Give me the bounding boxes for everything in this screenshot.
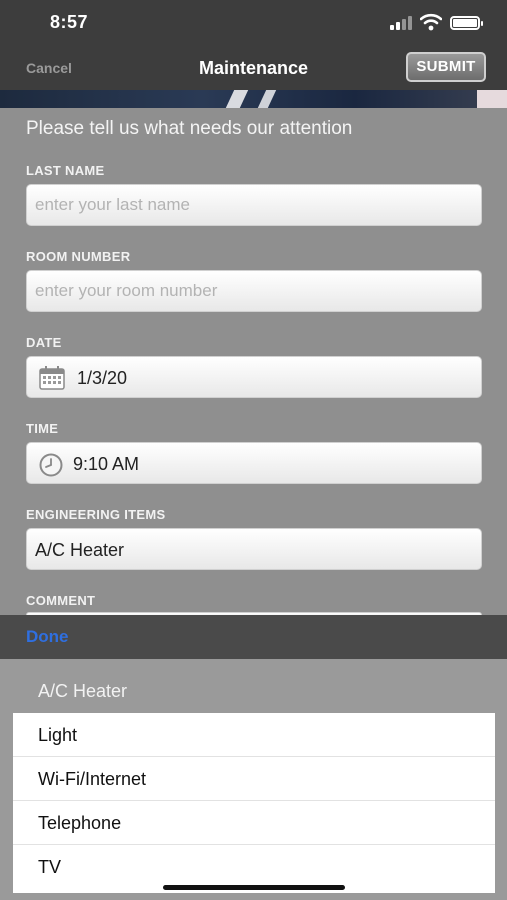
wifi-icon (420, 13, 442, 31)
time-label: TIME (26, 421, 59, 436)
form-prompt: Please tell us what needs our attention (26, 118, 353, 139)
status-time: 8:57 (50, 12, 89, 32)
picker-option[interactable]: Telephone (13, 801, 495, 845)
status-bar: 8:57 (0, 0, 507, 46)
picker-selected-option[interactable]: A/C Heater (38, 681, 127, 702)
picker-option-label: Light (38, 725, 78, 745)
engineering-items-field[interactable]: A/C Heater (26, 528, 482, 570)
date-field[interactable]: 1/3/20 (26, 356, 482, 398)
signal-icon (390, 16, 414, 30)
last-name-field[interactable] (26, 184, 482, 226)
comment-label: COMMENT (26, 593, 96, 608)
nav-bar: Cancel Maintenance SUBMIT (0, 46, 507, 90)
last-name-label: LAST NAME (26, 163, 105, 178)
date-value: 1/3/20 (77, 368, 128, 388)
clock-icon (39, 453, 63, 477)
submit-button[interactable]: SUBMIT (406, 52, 486, 82)
time-value: 9:10 AM (73, 454, 140, 474)
picker-option-label: TV (38, 857, 62, 877)
room-number-label: ROOM NUMBER (26, 249, 131, 264)
picker-option-label: Wi-Fi/Internet (38, 769, 147, 789)
header-image (0, 90, 507, 108)
home-indicator (163, 885, 345, 890)
date-label: DATE (26, 335, 62, 350)
time-field[interactable]: 9:10 AM (26, 442, 482, 484)
picker-option[interactable]: TV (13, 845, 495, 889)
room-number-input[interactable] (35, 271, 465, 311)
picker-options: Light Wi-Fi/Internet Telephone TV (13, 713, 495, 893)
last-name-input[interactable] (35, 185, 465, 225)
battery-icon (450, 16, 483, 30)
done-button[interactable]: Done (26, 627, 69, 647)
calendar-icon (39, 366, 65, 390)
picker-option[interactable]: Wi-Fi/Internet (13, 757, 495, 801)
picker-option-label: Telephone (38, 813, 122, 833)
picker-toolbar: Done (0, 615, 507, 659)
header-image-edge (477, 90, 507, 108)
engineering-items-value: A/C Heater (35, 540, 125, 560)
engineering-items-label: ENGINEERING ITEMS (26, 507, 166, 522)
picker-option[interactable]: Light (13, 713, 495, 757)
room-number-field[interactable] (26, 270, 482, 312)
